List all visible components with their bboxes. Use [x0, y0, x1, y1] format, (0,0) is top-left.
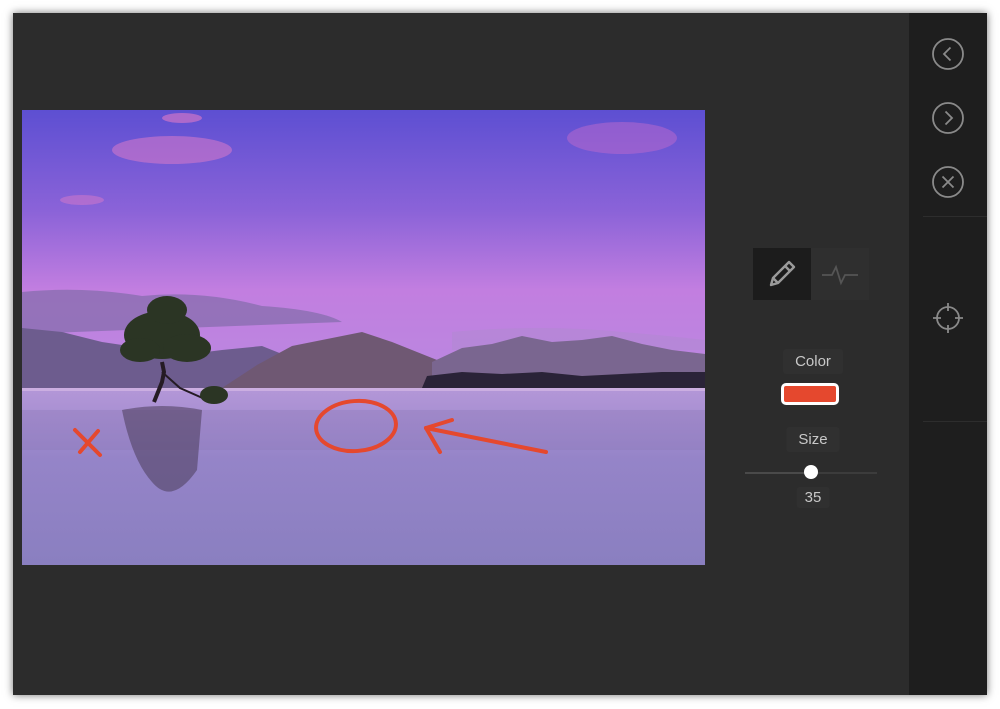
lake-photo — [22, 110, 705, 565]
pencil-icon — [769, 260, 796, 287]
back-icon — [932, 38, 964, 70]
waveform-icon — [822, 264, 858, 286]
forward-icon — [932, 102, 964, 134]
close-button[interactable] — [930, 164, 966, 200]
size-slider-thumb[interactable] — [804, 465, 818, 479]
size-value: 35 — [796, 487, 830, 508]
sidebar-divider — [923, 421, 987, 422]
size-label: Size — [786, 427, 840, 452]
color-swatch[interactable] — [781, 383, 839, 405]
back-button[interactable] — [930, 36, 966, 72]
color-swatch-fill — [784, 386, 836, 402]
drawing-tools-panel: Color Size 35 — [733, 243, 893, 523]
color-label: Color — [783, 349, 843, 374]
app-window: Color Size 35 — [13, 13, 987, 695]
size-slider[interactable] — [745, 465, 877, 479]
sidebar-divider — [923, 216, 987, 217]
signal-tool-button[interactable] — [811, 248, 869, 300]
forward-button[interactable] — [930, 100, 966, 136]
crosshair-button[interactable] — [930, 300, 966, 336]
pencil-tool-button[interactable] — [753, 248, 811, 300]
size-slider-fill — [745, 472, 811, 474]
close-icon — [932, 166, 964, 198]
right-sidebar — [909, 13, 987, 695]
canvas-area: Color Size 35 — [13, 13, 909, 695]
photo-canvas[interactable] — [22, 110, 705, 565]
crosshair-icon — [933, 303, 963, 333]
